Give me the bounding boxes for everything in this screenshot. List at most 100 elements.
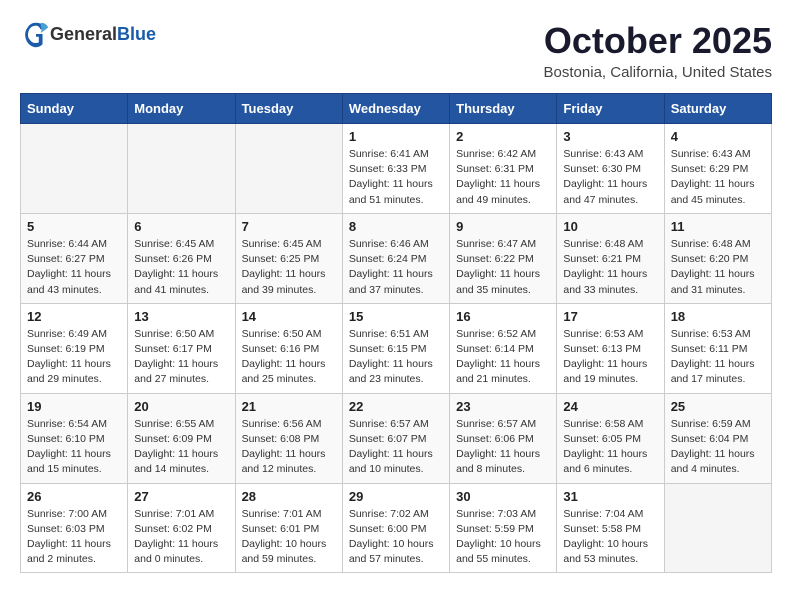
day-info: Sunrise: 6:50 AM Sunset: 6:16 PM Dayligh… [242,327,336,388]
calendar-cell: 26 Sunrise: 7:00 AM Sunset: 6:03 PM Dayli… [21,483,128,573]
day-info: Sunrise: 6:44 AM Sunset: 6:27 PM Dayligh… [27,237,121,298]
day-info: Sunrise: 6:53 AM Sunset: 6:13 PM Dayligh… [563,327,657,388]
day-info: Sunrise: 6:41 AM Sunset: 6:33 PM Dayligh… [349,147,443,208]
day-info: Sunrise: 6:56 AM Sunset: 6:08 PM Dayligh… [242,417,336,478]
calendar-cell: 20 Sunrise: 6:55 AM Sunset: 6:09 PM Dayli… [128,393,235,483]
day-number: 20 [134,399,228,414]
calendar-cell [664,483,771,573]
day-info: Sunrise: 6:43 AM Sunset: 6:30 PM Dayligh… [563,147,657,208]
day-info: Sunrise: 6:55 AM Sunset: 6:09 PM Dayligh… [134,417,228,478]
day-number: 23 [456,399,550,414]
calendar-cell: 15 Sunrise: 6:51 AM Sunset: 6:15 PM Dayli… [342,303,449,393]
day-info: Sunrise: 6:45 AM Sunset: 6:26 PM Dayligh… [134,237,228,298]
logo-general: General [50,24,117,44]
day-info: Sunrise: 6:53 AM Sunset: 6:11 PM Dayligh… [671,327,765,388]
calendar-cell: 8 Sunrise: 6:46 AM Sunset: 6:24 PM Daylig… [342,213,449,303]
day-number: 18 [671,309,765,324]
day-number: 9 [456,219,550,234]
calendar-title: October 2025 [544,20,772,62]
day-info: Sunrise: 6:48 AM Sunset: 6:21 PM Dayligh… [563,237,657,298]
calendar-cell: 9 Sunrise: 6:47 AM Sunset: 6:22 PM Daylig… [450,213,557,303]
day-info: Sunrise: 6:54 AM Sunset: 6:10 PM Dayligh… [27,417,121,478]
day-number: 14 [242,309,336,324]
day-info: Sunrise: 6:42 AM Sunset: 6:31 PM Dayligh… [456,147,550,208]
calendar-cell: 18 Sunrise: 6:53 AM Sunset: 6:11 PM Dayli… [664,303,771,393]
calendar-cell: 3Sunrise: 6:43 AM Sunset: 6:30 PM Daylig… [557,124,664,214]
day-info: Sunrise: 6:59 AM Sunset: 6:04 PM Dayligh… [671,417,765,478]
day-number: 29 [349,489,443,504]
day-info: Sunrise: 6:47 AM Sunset: 6:22 PM Dayligh… [456,237,550,298]
weekday-header-tuesday: Tuesday [235,94,342,124]
day-number: 22 [349,399,443,414]
day-number: 17 [563,309,657,324]
weekday-header-row: SundayMondayTuesdayWednesdayThursdayFrid… [21,94,772,124]
day-number: 7 [242,219,336,234]
logo-text: GeneralBlue [50,24,156,45]
calendar-cell: 11Sunrise: 6:48 AM Sunset: 6:20 PM Dayli… [664,213,771,303]
calendar-cell: 29 Sunrise: 7:02 AM Sunset: 6:00 PM Dayli… [342,483,449,573]
day-number: 21 [242,399,336,414]
calendar-cell: 22 Sunrise: 6:57 AM Sunset: 6:07 PM Dayli… [342,393,449,483]
title-area: October 2025 Bostonia, California, Unite… [544,20,772,81]
calendar-week-3: 12 Sunrise: 6:49 AM Sunset: 6:19 PM Dayli… [21,303,772,393]
day-info: Sunrise: 7:02 AM Sunset: 6:00 PM Dayligh… [349,507,443,568]
logo: GeneralBlue [20,20,156,48]
day-number: 2 [456,129,550,144]
day-info: Sunrise: 6:57 AM Sunset: 6:07 PM Dayligh… [349,417,443,478]
logo-container: GeneralBlue [20,20,156,48]
day-number: 12 [27,309,121,324]
calendar-cell [235,124,342,214]
header: GeneralBlue October 2025 Bostonia, Calif… [20,20,772,81]
day-info: Sunrise: 6:58 AM Sunset: 6:05 PM Dayligh… [563,417,657,478]
weekday-header-wednesday: Wednesday [342,94,449,124]
calendar-cell: 10 Sunrise: 6:48 AM Sunset: 6:21 PM Dayli… [557,213,664,303]
day-info: Sunrise: 6:46 AM Sunset: 6:24 PM Dayligh… [349,237,443,298]
calendar-cell: 19 Sunrise: 6:54 AM Sunset: 6:10 PM Dayli… [21,393,128,483]
day-number: 15 [349,309,443,324]
weekday-header-monday: Monday [128,94,235,124]
day-info: Sunrise: 6:52 AM Sunset: 6:14 PM Dayligh… [456,327,550,388]
calendar-cell: 2 Sunrise: 6:42 AM Sunset: 6:31 PM Daylig… [450,124,557,214]
calendar-cell: 30Sunrise: 7:03 AM Sunset: 5:59 PM Dayli… [450,483,557,573]
day-number: 27 [134,489,228,504]
logo-blue: Blue [117,24,156,44]
day-number: 26 [27,489,121,504]
calendar-cell: 24 Sunrise: 6:58 AM Sunset: 6:05 PM Dayli… [557,393,664,483]
day-info: Sunrise: 6:50 AM Sunset: 6:17 PM Dayligh… [134,327,228,388]
weekday-header-friday: Friday [557,94,664,124]
calendar-cell [128,124,235,214]
day-info: Sunrise: 6:48 AM Sunset: 6:20 PM Dayligh… [671,237,765,298]
calendar-cell: 4 Sunrise: 6:43 AM Sunset: 6:29 PM Daylig… [664,124,771,214]
day-info: Sunrise: 6:49 AM Sunset: 6:19 PM Dayligh… [27,327,121,388]
day-info: Sunrise: 7:03 AM Sunset: 5:59 PM Dayligh… [456,507,550,568]
day-number: 19 [27,399,121,414]
calendar-cell: 31Sunrise: 7:04 AM Sunset: 5:58 PM Dayli… [557,483,664,573]
calendar-cell: 23 Sunrise: 6:57 AM Sunset: 6:06 PM Dayli… [450,393,557,483]
day-info: Sunrise: 6:43 AM Sunset: 6:29 PM Dayligh… [671,147,765,208]
day-number: 31 [563,489,657,504]
calendar-week-5: 26 Sunrise: 7:00 AM Sunset: 6:03 PM Dayli… [21,483,772,573]
day-number: 25 [671,399,765,414]
calendar-cell [21,124,128,214]
calendar-cell: 6Sunrise: 6:45 AM Sunset: 6:26 PM Daylig… [128,213,235,303]
calendar-subtitle: Bostonia, California, United States [544,64,772,81]
day-number: 24 [563,399,657,414]
day-number: 4 [671,129,765,144]
day-info: Sunrise: 6:57 AM Sunset: 6:06 PM Dayligh… [456,417,550,478]
day-number: 28 [242,489,336,504]
weekday-header-saturday: Saturday [664,94,771,124]
day-number: 8 [349,219,443,234]
calendar-cell: 1Sunrise: 6:41 AM Sunset: 6:33 PM Daylig… [342,124,449,214]
calendar-cell: 14 Sunrise: 6:50 AM Sunset: 6:16 PM Dayli… [235,303,342,393]
day-number: 10 [563,219,657,234]
day-info: Sunrise: 6:45 AM Sunset: 6:25 PM Dayligh… [242,237,336,298]
calendar-table: SundayMondayTuesdayWednesdayThursdayFrid… [20,93,772,573]
calendar-cell: 27Sunrise: 7:01 AM Sunset: 6:02 PM Dayli… [128,483,235,573]
weekday-header-thursday: Thursday [450,94,557,124]
calendar-cell: 7 Sunrise: 6:45 AM Sunset: 6:25 PM Daylig… [235,213,342,303]
calendar-cell: 28Sunrise: 7:01 AM Sunset: 6:01 PM Dayli… [235,483,342,573]
day-number: 16 [456,309,550,324]
calendar-cell: 16 Sunrise: 6:52 AM Sunset: 6:14 PM Dayli… [450,303,557,393]
day-info: Sunrise: 7:00 AM Sunset: 6:03 PM Dayligh… [27,507,121,568]
day-info: Sunrise: 6:51 AM Sunset: 6:15 PM Dayligh… [349,327,443,388]
